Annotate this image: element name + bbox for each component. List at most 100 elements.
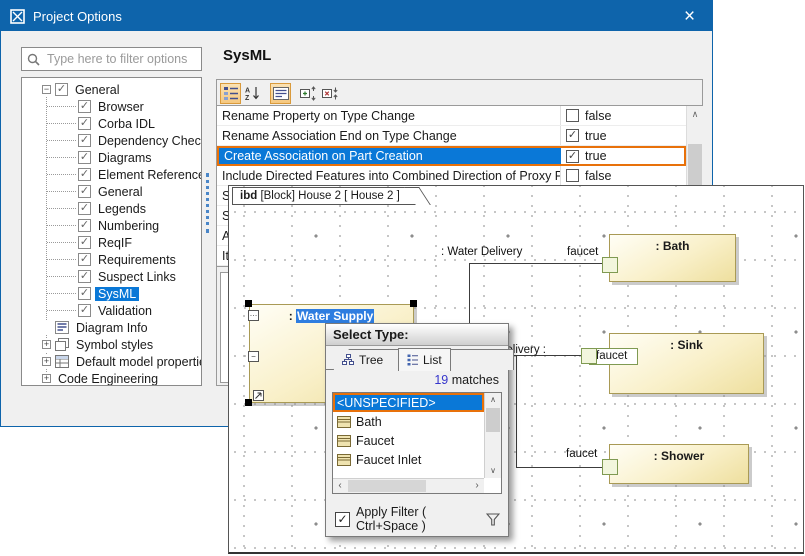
tree-checkbox[interactable]: ✓ xyxy=(78,117,91,130)
close-icon[interactable]: × xyxy=(667,1,712,31)
type-list-vscrollbar[interactable]: ∧ ∨ xyxy=(484,393,501,478)
block-icon xyxy=(337,416,351,428)
type-list-item[interactable]: <UNSPECIFIED> xyxy=(333,393,484,412)
tree-item-general[interactable]: −✓General xyxy=(22,81,201,98)
port-sink-faucet[interactable] xyxy=(581,348,597,364)
tree-item-code-engineering[interactable]: +Code Engineering xyxy=(22,370,201,386)
tree-item-reqif[interactable]: ✓ ReqIF xyxy=(22,234,201,251)
connector-water-delivery-bath-v[interactable] xyxy=(469,263,470,331)
option-row[interactable]: Rename Association End on Type Change✓tr… xyxy=(217,126,686,146)
expand-icon[interactable]: + xyxy=(42,374,51,383)
collapse-all-button[interactable] xyxy=(320,83,341,104)
option-value-checkbox[interactable]: ✓ xyxy=(566,129,579,142)
port-bath-faucet[interactable] xyxy=(602,257,618,273)
tree-item-default-model-properties[interactable]: +Default model properties xyxy=(22,353,201,370)
tree-item-label: Suspect Links xyxy=(95,270,179,284)
apply-filter-checkbox[interactable]: ✓ xyxy=(335,512,350,527)
scroll-up-icon[interactable]: ∧ xyxy=(485,393,501,407)
tree-item-corba-idl[interactable]: ✓Corba IDL xyxy=(22,115,201,132)
scroll-right-icon[interactable]: › xyxy=(470,479,484,493)
categorized-view-button[interactable] xyxy=(220,83,241,104)
tree-item-legends[interactable]: ✓Legends xyxy=(22,200,201,217)
type-list-item[interactable]: Bath xyxy=(333,412,484,431)
show-description-button[interactable] xyxy=(270,83,291,104)
tree-checkbox[interactable]: ✓ xyxy=(78,287,91,300)
filter-funnel-icon[interactable] xyxy=(486,513,500,526)
dialog-titlebar[interactable]: Project Options × xyxy=(1,1,712,31)
tree-item-browser[interactable]: ✓Browser xyxy=(22,98,201,115)
scroll-down-icon[interactable]: ∨ xyxy=(485,464,501,478)
tree-checkbox[interactable]: ✓ xyxy=(78,219,91,232)
type-list-hscrollbar[interactable]: ‹ › xyxy=(333,478,484,493)
tree-checkbox[interactable]: ✓ xyxy=(78,304,91,317)
tree-item-validation[interactable]: ✓Validation xyxy=(22,302,201,319)
tree-checkbox[interactable]: ✓ xyxy=(78,100,91,113)
expand-all-button[interactable] xyxy=(298,83,319,104)
tree-item-requirements[interactable]: ✓Requirements xyxy=(22,251,201,268)
tree-item-numbering[interactable]: ✓Numbering xyxy=(22,217,201,234)
option-row[interactable]: Create Association on Part Creation✓true xyxy=(217,146,686,166)
expand-icon[interactable]: + xyxy=(42,357,51,366)
tree-item-label: Element References xyxy=(95,168,202,182)
diagram-tab-text: [Block] House 2 [ House 2 ] xyxy=(257,190,400,202)
connector-shower-h[interactable] xyxy=(516,467,603,468)
tree-item-dependency-checker[interactable]: ✓Dependency Checker xyxy=(22,132,201,149)
popup-tabs: Tree List xyxy=(326,346,508,370)
type-list: <UNSPECIFIED>BathFaucetFaucet Inlet ∧ ∨ … xyxy=(332,392,502,494)
tree-item-element-references[interactable]: ✓ Element References xyxy=(22,166,201,183)
tree-item-sysml[interactable]: ✓SysML xyxy=(22,285,201,302)
faucet-label-bath[interactable]: faucet xyxy=(567,246,598,258)
part-shower-name: : Shower xyxy=(610,449,748,463)
faucet-label-shower[interactable]: faucet xyxy=(566,448,597,460)
part-bath[interactable]: : Bath xyxy=(609,234,736,282)
scrollbar-thumb[interactable] xyxy=(486,408,500,432)
tree-checkbox[interactable]: ✓ xyxy=(78,270,91,283)
selection-handle[interactable] xyxy=(410,300,417,307)
tree-item-symbol-styles[interactable]: +Symbol styles xyxy=(22,336,201,353)
tree-checkbox[interactable]: ✓ xyxy=(78,253,91,266)
tree-checkbox[interactable]: ✓ xyxy=(78,151,91,164)
collapse-compartment-button[interactable]: − xyxy=(248,351,259,362)
panel-splitter[interactable] xyxy=(206,173,209,233)
collapse-icon[interactable]: − xyxy=(42,85,51,94)
tree-item-suspect-links[interactable]: ✓ Suspect Links xyxy=(22,268,201,285)
connector-water-delivery-bath-h[interactable] xyxy=(469,263,603,264)
tree-item-general[interactable]: ✓General xyxy=(22,183,201,200)
type-list-item[interactable]: Faucet xyxy=(333,431,484,450)
selection-handle[interactable] xyxy=(245,300,252,307)
connector-shower-v[interactable] xyxy=(516,355,517,468)
port-shower-faucet[interactable] xyxy=(602,459,618,475)
edit-dots-button[interactable]: … xyxy=(248,310,259,321)
type-list-item[interactable]: Faucet Inlet xyxy=(333,450,484,469)
option-value-checkbox[interactable]: ✓ xyxy=(566,150,579,163)
filter-options-search[interactable] xyxy=(21,47,202,71)
tree-checkbox[interactable]: ✓ xyxy=(78,202,91,215)
tree-item-label: ReqIF xyxy=(95,236,135,250)
tree-item-diagrams[interactable]: ✓Diagrams xyxy=(22,149,201,166)
option-row[interactable]: Include Directed Features into Combined … xyxy=(217,166,686,186)
scroll-up-icon[interactable]: ∧ xyxy=(687,106,703,122)
tree-item-diagram-info[interactable]: Diagram Info xyxy=(22,319,201,336)
popup-title[interactable]: Select Type: xyxy=(326,324,508,346)
search-input[interactable] xyxy=(45,51,196,67)
option-value-checkbox[interactable] xyxy=(566,169,579,182)
part-water-supply-name[interactable]: : Water Supply xyxy=(250,309,413,323)
part-shower[interactable]: : Shower xyxy=(609,444,749,484)
tree-checkbox[interactable]: ✓ xyxy=(78,168,91,181)
tree-checkbox[interactable]: ✓ xyxy=(78,236,91,249)
diagram-tab[interactable]: ibd [Block] House 2 [ House 2 ] xyxy=(232,187,419,205)
tree-checkbox[interactable]: ✓ xyxy=(55,83,68,96)
scrollbar-thumb[interactable] xyxy=(348,480,426,492)
option-value-text: false xyxy=(585,109,611,123)
option-value-checkbox[interactable] xyxy=(566,109,579,122)
sort-alphabetically-button[interactable]: AZ xyxy=(242,83,263,104)
scroll-left-icon[interactable]: ‹ xyxy=(333,479,347,493)
tree-checkbox[interactable]: ✓ xyxy=(78,185,91,198)
option-row[interactable]: Rename Property on Type Changefalse xyxy=(217,106,686,126)
expand-icon[interactable]: + xyxy=(42,340,51,349)
tree-checkbox[interactable]: ✓ xyxy=(78,134,91,147)
tab-list[interactable]: List xyxy=(398,348,451,371)
selection-handle[interactable] xyxy=(245,399,252,406)
water-delivery-label[interactable]: : Water Delivery xyxy=(441,246,522,258)
type-list-item-label: <UNSPECIFIED> xyxy=(337,396,436,410)
